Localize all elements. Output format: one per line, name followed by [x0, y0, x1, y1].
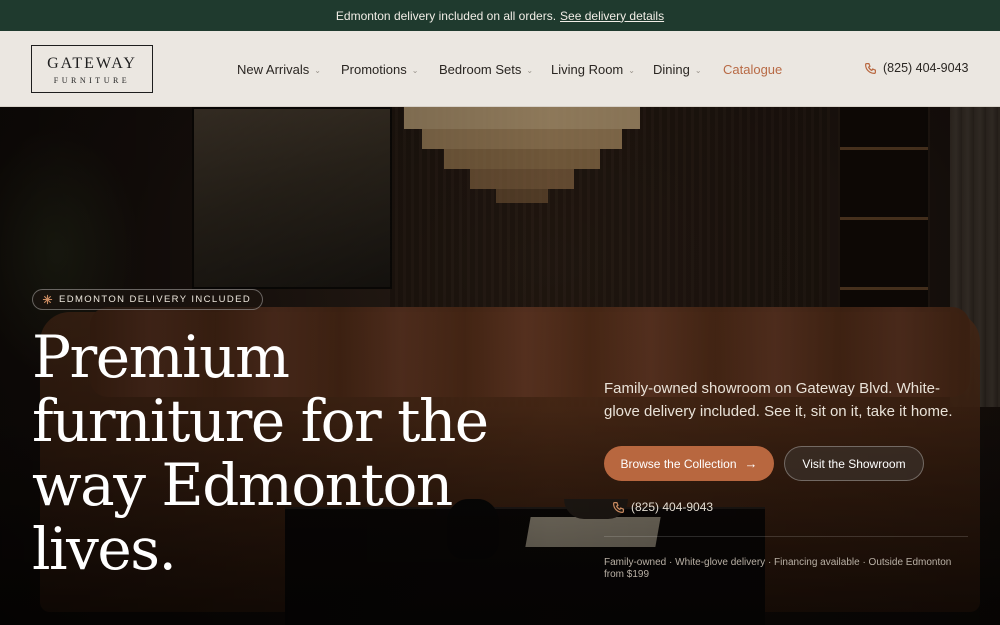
hero-phone-link[interactable]: (825) 404-9043 — [612, 500, 713, 514]
hero-headline: Premium furniture for the way Edmonton l… — [32, 323, 489, 583]
hero-subtext: Family-owned showroom on Gateway Blvd. W… — [604, 380, 953, 420]
chevron-down-icon: ⌄ — [694, 66, 702, 75]
nav-item-dining[interactable]: Dining ⌄ — [653, 62, 702, 77]
header-phone-number: (825) 404-9043 — [883, 61, 969, 75]
visit-showroom-label: Visit the Showroom — [802, 456, 906, 471]
nav-item-new-arrivals[interactable]: New Arrivals ⌄ — [237, 62, 321, 77]
logo-sub-text: FURNITURE — [53, 76, 131, 85]
hero-meta-text: Family-owned · White-glove delivery · Fi… — [604, 557, 952, 580]
chevron-down-icon: ⌄ — [411, 66, 419, 75]
nav-item-label: Dining — [653, 62, 690, 77]
chevron-down-icon: ⌄ — [628, 66, 635, 75]
nav-item-label: Promotions — [341, 62, 407, 77]
nav-item-living-room[interactable]: Living Room ⌄ — [551, 62, 635, 77]
header-phone-link[interactable]: (825) 404-9043 — [864, 61, 968, 75]
logo-main-text: GATEWAY — [47, 55, 137, 72]
browse-collection-label: Browse the Collection — [620, 456, 737, 471]
nav-item-label: Living Room — [551, 62, 624, 77]
phone-icon — [613, 501, 624, 513]
delivery-details-link[interactable]: See delivery details — [560, 9, 664, 23]
nav-item-label: Catalogue — [723, 62, 783, 77]
logo[interactable]: GATEWAY FURNITURE — [31, 45, 153, 93]
delivery-badge: EDMONTON DELIVERY INCLUDED — [32, 289, 264, 310]
phone-icon — [865, 62, 876, 74]
announcement-text: Edmonton delivery included on all orders… — [335, 8, 557, 23]
visit-showroom-button[interactable]: Visit the Showroom — [784, 446, 924, 481]
nav-item-catalogue[interactable]: Catalogue — [723, 62, 782, 77]
nav-item-label: Bedroom Sets — [439, 62, 522, 77]
nav-item-promotions[interactable]: Promotions ⌄ — [341, 62, 418, 77]
sparkle-icon — [42, 294, 53, 305]
hero-phone-number: (825) 404-9043 — [631, 500, 714, 514]
hero-section: EDMONTON DELIVERY INCLUDED Premium furni… — [0, 107, 1000, 625]
nav-item-label: New Arrivals — [237, 62, 310, 77]
browse-collection-button[interactable]: Browse the Collection → — [604, 446, 774, 481]
arrow-right-icon: → — [744, 456, 758, 471]
chevron-down-icon: ⌄ — [314, 66, 321, 75]
site-header: GATEWAY FURNITURE New Arrivals ⌄ Promotio… — [0, 31, 1000, 107]
nav-item-bedroom-sets[interactable]: Bedroom Sets ⌄ — [439, 62, 533, 77]
badge-text: EDMONTON DELIVERY INCLUDED — [59, 294, 252, 305]
announcement-bar: Edmonton delivery included on all orders… — [0, 0, 1000, 31]
chevron-down-icon: ⌄ — [526, 66, 534, 75]
hero-divider — [604, 536, 968, 537]
